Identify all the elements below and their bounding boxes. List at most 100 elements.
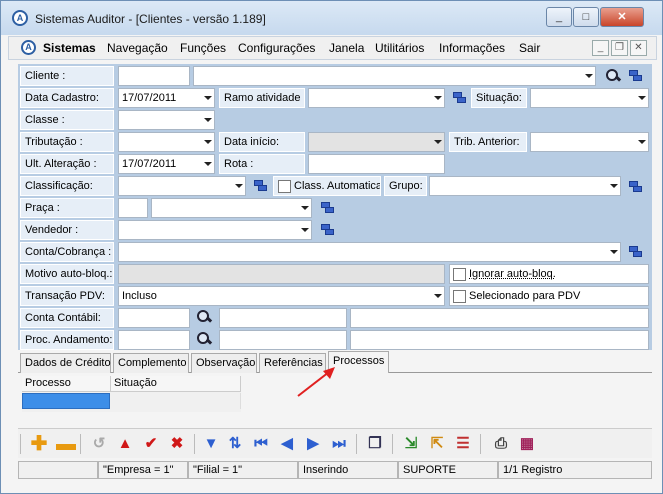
conta-contabil-input[interactable] — [118, 308, 190, 328]
ult-alteracao-value: 17/07/2011 — [122, 158, 177, 170]
menu-janela[interactable]: Janela — [329, 41, 364, 55]
chevron-down-icon — [204, 162, 212, 166]
menu-utilitarios[interactable]: Utilitários — [375, 41, 424, 55]
tributacao-select[interactable] — [118, 132, 215, 152]
confirm-icon[interactable]: ✔ — [142, 435, 160, 453]
label-conta-contabil: Conta Contábil: — [20, 308, 114, 328]
search-icon[interactable] — [196, 309, 212, 325]
data-inicio-select[interactable] — [308, 132, 445, 152]
sort-icon[interactable]: ⇅ — [226, 435, 244, 453]
column-header-situacao[interactable]: Situação — [111, 376, 241, 392]
grid-cell[interactable] — [111, 393, 241, 409]
classe-select[interactable] — [118, 110, 215, 130]
trib-anterior-select[interactable] — [530, 132, 649, 152]
title-bar[interactable]: A Sistemas Auditor - [Clientes - versão … — [1, 1, 662, 35]
search-icon[interactable] — [605, 68, 621, 84]
maximize-button[interactable]: □ — [573, 7, 599, 27]
tab-complemento[interactable]: Complemento — [113, 353, 189, 373]
multi-window-icon[interactable] — [629, 181, 643, 194]
menu-sair[interactable]: Sair — [519, 41, 540, 55]
classificacao-select[interactable] — [118, 176, 246, 196]
ramo-atividade-select[interactable] — [308, 88, 445, 108]
selecionado-pdv-box[interactable]: Selecionado para PDV — [449, 286, 649, 306]
multi-window-icon[interactable] — [254, 180, 268, 193]
label-vendedor: Vendedor : — [20, 220, 114, 240]
chevron-down-icon — [434, 294, 442, 298]
grid-selected-cell[interactable] — [22, 393, 110, 409]
grupo-select[interactable] — [429, 176, 621, 196]
vendedor-select[interactable] — [118, 220, 312, 240]
menu-navegacao[interactable]: Navegação — [107, 41, 168, 55]
menu-funcoes[interactable]: Funções — [180, 41, 226, 55]
toolbar-separator — [480, 434, 481, 454]
proc-andamento-extra-input[interactable] — [350, 330, 649, 350]
search-icon[interactable] — [196, 331, 212, 347]
multi-window-icon[interactable] — [321, 224, 335, 237]
selecionado-pdv-checkbox[interactable] — [453, 290, 466, 303]
ult-alteracao-select[interactable]: 17/07/2011 — [118, 154, 215, 174]
selecionado-pdv-label: Selecionado para PDV — [469, 290, 581, 302]
conta-cobranca-select[interactable] — [118, 242, 621, 262]
label-transacao-pdv: Transação PDV: — [20, 286, 114, 306]
label-conta-cobranca: Conta/Cobrança : — [20, 242, 114, 262]
label-data-cadastro: Data Cadastro: — [20, 88, 114, 108]
copy-window-icon[interactable]: ❐ — [366, 435, 384, 453]
praca-code-input[interactable] — [118, 198, 148, 218]
last-record-icon[interactable]: ⏭ — [330, 435, 348, 453]
edit-icon[interactable]: ▲ — [116, 435, 134, 453]
client-form: Cliente : Data Cadastro: 17/07/2011 Ramo… — [18, 64, 652, 350]
label-tributacao: Tributação : — [20, 132, 114, 152]
column-header-processo[interactable]: Processo — [22, 376, 111, 392]
menu-configuracoes[interactable]: Configurações — [238, 41, 315, 55]
data-cadastro-select[interactable]: 17/07/2011 — [118, 88, 215, 108]
tab-dados-credito[interactable]: Dados de Crédito — [20, 353, 111, 373]
conta-contabil-desc-input[interactable] — [219, 308, 347, 328]
menu-informacoes[interactable]: Informações — [439, 41, 505, 55]
chevron-down-icon — [610, 184, 618, 188]
menu-sistemas[interactable]: Sistemas — [43, 41, 96, 55]
proc-andamento-input[interactable] — [118, 330, 190, 350]
tab-observacao[interactable]: Observação — [191, 353, 257, 373]
calendar-icon[interactable]: ▦ — [518, 435, 536, 453]
chevron-down-icon — [204, 118, 212, 122]
close-button[interactable]: ✕ — [600, 7, 644, 27]
status-bar: "Empresa = 1" "Filial = 1" Inserindo SUP… — [18, 461, 652, 479]
processos-grid[interactable]: Processo Situação — [22, 376, 241, 412]
multi-window-icon[interactable] — [321, 202, 335, 215]
filter-icon[interactable]: ▼ — [202, 435, 220, 453]
chevron-down-icon — [638, 96, 646, 100]
cancel-icon[interactable]: ✖ — [168, 435, 186, 453]
mdi-minimize-button[interactable]: _ — [592, 40, 609, 56]
undo-icon[interactable]: ↺ — [90, 435, 108, 453]
minimize-button[interactable]: _ — [546, 7, 572, 27]
ignorar-auto-bloq-checkbox[interactable] — [453, 268, 466, 281]
next-record-icon[interactable]: ▶ — [304, 435, 322, 453]
multi-window-icon[interactable] — [629, 246, 643, 259]
situacao-select[interactable] — [530, 88, 649, 108]
add-icon[interactable]: ✚ — [30, 434, 48, 454]
import-icon[interactable]: ⇲ — [402, 435, 420, 453]
list-icon[interactable]: ☰ — [454, 435, 472, 453]
conta-contabil-extra-input[interactable] — [350, 308, 649, 328]
status-records: 1/1 Registro — [498, 461, 652, 479]
label-situacao: Situação: — [471, 88, 527, 108]
mdi-close-button[interactable]: ✕ — [630, 40, 647, 56]
cliente-name-select[interactable] — [193, 66, 596, 86]
first-record-icon[interactable]: ⏮ — [252, 435, 270, 453]
remove-icon[interactable]: ▬ — [56, 434, 76, 454]
praca-select[interactable] — [151, 198, 312, 218]
motivo-auto-bloq-input[interactable] — [118, 264, 445, 284]
ignorar-auto-bloq-box[interactable]: Ignorar auto-bloq. — [449, 264, 649, 284]
mdi-restore-button[interactable]: ❐ — [611, 40, 628, 56]
cliente-code-input[interactable] — [118, 66, 190, 86]
transacao-pdv-select[interactable]: Incluso — [118, 286, 445, 306]
status-user: SUPORTE — [398, 461, 498, 479]
multi-window-icon[interactable] — [629, 70, 643, 83]
export-icon[interactable]: ⇱ — [428, 435, 446, 453]
proc-andamento-desc-input[interactable] — [219, 330, 347, 350]
rota-input[interactable] — [308, 154, 445, 174]
multi-window-icon[interactable] — [453, 92, 467, 105]
print-icon[interactable]: ⎙ — [492, 435, 510, 453]
previous-record-icon[interactable]: ◀ — [278, 435, 296, 453]
class-automatica-checkbox[interactable] — [278, 180, 291, 193]
